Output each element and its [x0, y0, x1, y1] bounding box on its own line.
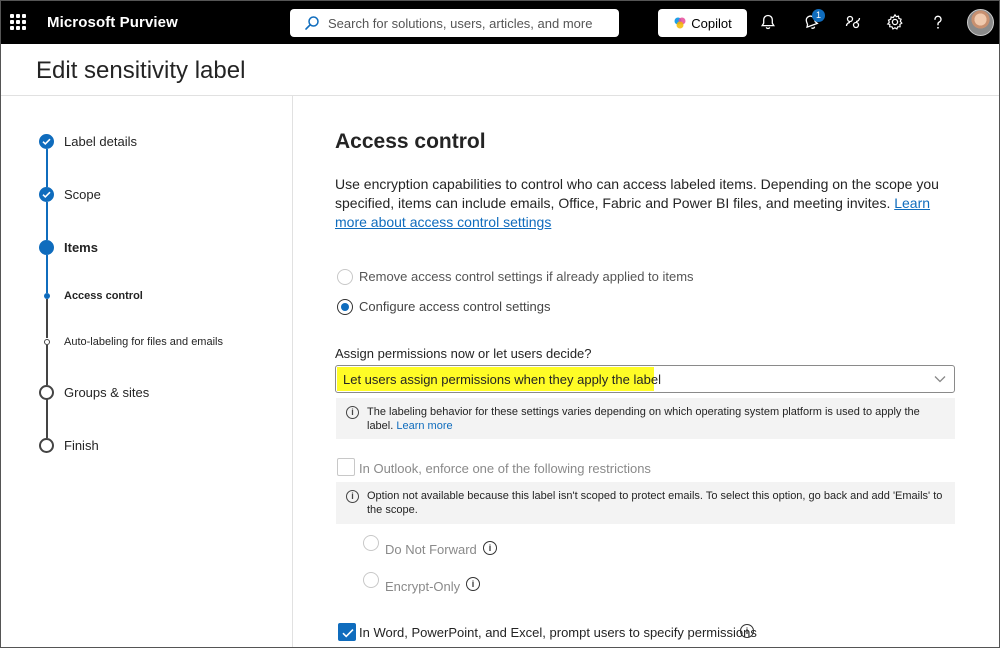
search-icon	[305, 16, 319, 30]
copilot-icon	[674, 17, 686, 29]
outlook-restrictions-checkbox[interactable]	[337, 458, 355, 476]
search-box[interactable]	[290, 9, 619, 37]
step-upcoming-icon	[39, 438, 54, 453]
bell-icon[interactable]	[759, 13, 777, 31]
step-upcoming-icon	[39, 385, 54, 400]
office-prompt-info-icon[interactable]: i	[740, 624, 754, 638]
step-current-icon	[39, 240, 54, 255]
step-items[interactable]: Items	[64, 240, 98, 255]
substep-current-icon	[44, 293, 50, 299]
info-icon: i	[346, 490, 359, 503]
step-finish: Finish	[64, 438, 99, 453]
assign-permissions-value: Let users assign permissions when they a…	[343, 372, 661, 387]
do-not-forward-info-icon[interactable]: i	[483, 541, 497, 555]
copilot-button[interactable]: Copilot	[658, 9, 747, 37]
configure-access-control-label: Configure access control settings	[359, 299, 551, 314]
remove-access-control-radio[interactable]	[337, 269, 353, 285]
step-connector	[46, 202, 48, 240]
checkmark-icon	[342, 629, 354, 638]
office-prompt-permissions-label: In Word, PowerPoint, and Excel, prompt u…	[359, 625, 757, 640]
encrypt-only-label: Encrypt-Only	[385, 579, 461, 594]
step-connector	[46, 255, 48, 293]
description-text: Use encryption capabilities to control w…	[335, 176, 939, 211]
substep-upcoming-icon	[44, 339, 50, 345]
people-connect-icon[interactable]	[844, 13, 862, 31]
top-bar: Microsoft Purview Copilot 1	[1, 1, 999, 44]
substep-access-control[interactable]: Access control	[64, 290, 143, 302]
chevron-down-icon	[934, 376, 946, 383]
header-divider	[1, 95, 999, 96]
info-banner-text: Option not available because this label …	[367, 490, 943, 516]
window: Microsoft Purview Copilot 1	[0, 0, 1000, 648]
copilot-label: Copilot	[691, 15, 732, 31]
info-banner-outlook: i Option not available because this labe…	[336, 482, 955, 524]
step-complete-icon	[39, 134, 54, 149]
info-icon: i	[346, 406, 359, 419]
section-title: Access control	[335, 130, 486, 153]
step-connector	[46, 149, 48, 187]
step-groups-sites: Groups & sites	[64, 385, 150, 400]
office-prompt-permissions-checkbox[interactable]	[338, 623, 356, 641]
section-description: Use encryption capabilities to control w…	[335, 175, 945, 232]
assign-permissions-dropdown[interactable]: Let users assign permissions when they a…	[335, 365, 955, 393]
user-avatar[interactable]	[967, 9, 994, 36]
step-connector	[46, 299, 48, 338]
do-not-forward-radio[interactable]	[363, 535, 379, 551]
assign-permissions-label: Assign permissions now or let users deci…	[335, 346, 592, 361]
step-scope[interactable]: Scope	[64, 187, 101, 202]
step-connector	[46, 399, 48, 438]
app-name[interactable]: Microsoft Purview	[47, 14, 178, 31]
outlook-restrictions-label: In Outlook, enforce one of the following…	[359, 461, 651, 476]
notification-badge: 1	[812, 9, 825, 22]
remove-access-control-label: Remove access control settings if alread…	[359, 269, 694, 284]
app-launcher-icon[interactable]	[10, 14, 26, 30]
info-banner-platform: i The labeling behavior for these settin…	[336, 398, 955, 439]
page-title: Edit sensitivity label	[36, 57, 246, 84]
configure-access-control-radio[interactable]	[337, 299, 353, 315]
substep-auto-labeling: Auto-labeling for files and emails	[64, 336, 223, 348]
step-connector	[46, 345, 48, 385]
search-input[interactable]	[328, 13, 608, 33]
info-banner-text: The labeling behavior for these settings…	[367, 405, 947, 433]
step-label-details[interactable]: Label details	[64, 134, 137, 149]
help-icon[interactable]	[929, 13, 947, 31]
step-complete-icon	[39, 187, 54, 202]
do-not-forward-label: Do Not Forward	[385, 542, 477, 557]
learn-more-link[interactable]: Learn more	[396, 420, 452, 432]
settings-gear-icon[interactable]	[886, 13, 904, 31]
sidebar-divider	[292, 96, 293, 647]
encrypt-only-radio[interactable]	[363, 572, 379, 588]
encrypt-only-info-icon[interactable]: i	[466, 577, 480, 591]
